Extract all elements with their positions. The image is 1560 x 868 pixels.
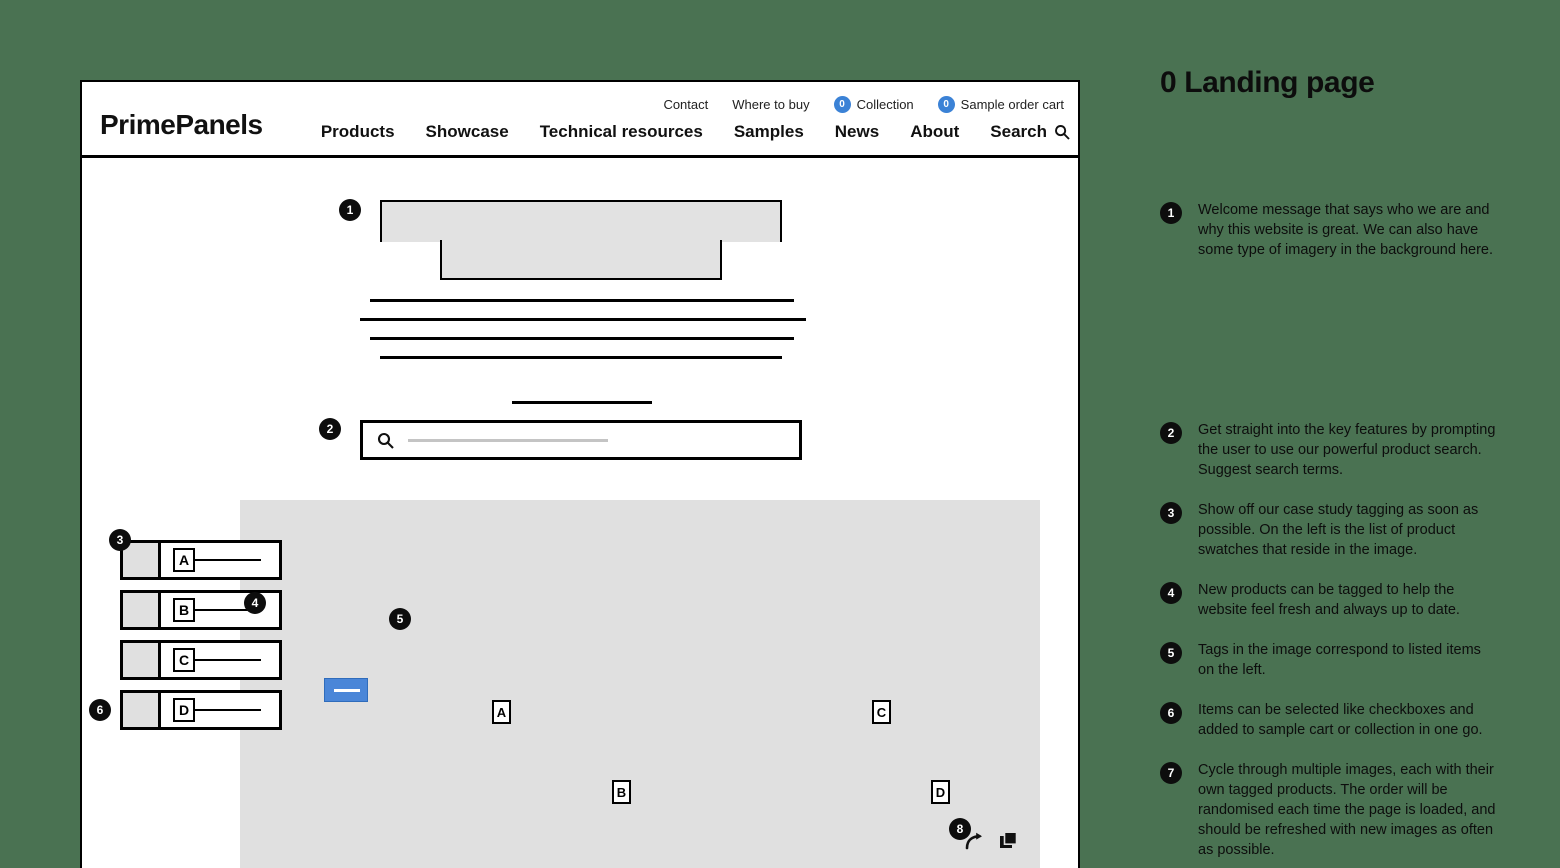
marker-3: 3 (109, 529, 131, 551)
copy-layers-icon[interactable] (999, 831, 1018, 850)
swatch-body: D (161, 693, 279, 727)
image-tag-b[interactable]: B (612, 780, 631, 804)
hero-placeholder-bottom (440, 240, 722, 280)
swatch-color-chip (123, 543, 161, 577)
nav-item-products[interactable]: Products (321, 122, 395, 142)
hero-text-line-3 (370, 337, 794, 340)
swatch-body: C (161, 643, 279, 677)
nav-item-news[interactable]: News (835, 122, 879, 142)
image-tag-d[interactable]: D (931, 780, 950, 804)
note-text-1: Welcome message that says who we are and… (1198, 202, 1493, 258)
image-tag-c[interactable]: C (872, 700, 891, 724)
utility-nav-item-sample-order-cart[interactable]: 0 Sample order cart (937, 96, 1064, 113)
screenshot-root: PrimePanels Contact Where to buy 0 Colle… (0, 0, 1560, 868)
hero-cta-placeholder[interactable] (512, 401, 652, 404)
annotation-note-2: 2 Get straight into the key features by … (1160, 420, 1500, 480)
annotation-note-7: 7 Cycle through multiple images, each wi… (1160, 760, 1500, 860)
note-text-5: Tags in the image correspond to listed i… (1198, 642, 1481, 678)
annotation-column: 0 Landing page 1 Welcome message that sa… (1160, 66, 1500, 858)
hero-text-line-4 (380, 356, 782, 359)
new-product-tag-badge[interactable] (324, 678, 368, 702)
nav-search-label: Search (990, 122, 1047, 141)
nav-item-search[interactable]: Search (990, 122, 1070, 142)
swatch-letter-c: C (173, 648, 195, 672)
swatch-letter-b: B (173, 598, 195, 622)
note-text-6: Items can be selected like checkboxes an… (1198, 702, 1483, 738)
utility-nav-item-where-to-buy[interactable]: Where to buy (732, 97, 809, 112)
swatch-name-placeholder (195, 709, 261, 711)
utility-nav: Contact Where to buy 0 Collection 0 Samp… (663, 96, 1064, 113)
marker-1: 1 (339, 199, 361, 221)
search-icon (1055, 125, 1070, 140)
note-marker-4: 4 (1160, 582, 1182, 604)
swatch-name-placeholder (195, 559, 261, 561)
image-panel-controls (965, 831, 1018, 850)
swatch-color-chip (123, 643, 161, 677)
marker-5: 5 (389, 608, 411, 630)
utility-nav-item-contact[interactable]: Contact (663, 97, 708, 112)
hero-placeholder-join (442, 239, 720, 243)
nav-item-about[interactable]: About (910, 122, 959, 142)
hero-text-line-1 (370, 299, 794, 302)
annotation-note-1: 1 Welcome message that says who we are a… (1160, 200, 1500, 260)
collection-count-badge: 0 (833, 96, 851, 113)
marker-6: 6 (89, 699, 111, 721)
note-marker-3: 3 (1160, 502, 1182, 524)
marker-8: 8 (949, 818, 971, 840)
swatch-row-a[interactable]: A (120, 540, 282, 580)
nav-item-technical-resources[interactable]: Technical resources (540, 122, 703, 142)
note-marker-7: 7 (1160, 762, 1182, 784)
swatch-row-c[interactable]: C (120, 640, 282, 680)
marker-2: 2 (319, 418, 341, 440)
note-text-4: New products can be tagged to help the w… (1198, 582, 1460, 618)
annotation-note-3: 3 Show off our case study tagging as soo… (1160, 500, 1500, 560)
swatch-letter-a: A (173, 548, 195, 572)
swatch-color-chip (123, 693, 161, 727)
swatch-letter-d: D (173, 698, 195, 722)
nav-item-samples[interactable]: Samples (734, 122, 804, 142)
search-placeholder-line (408, 438, 608, 442)
note-marker-5: 5 (1160, 642, 1182, 664)
swatch-color-chip (123, 593, 161, 627)
note-marker-2: 2 (1160, 422, 1182, 444)
search-icon (377, 432, 394, 449)
note-marker-6: 6 (1160, 702, 1182, 724)
site-header: PrimePanels Contact Where to buy 0 Colle… (82, 82, 1078, 158)
image-tag-a[interactable]: A (492, 700, 511, 724)
utility-nav-label: Collection (856, 97, 914, 112)
nav-item-showcase[interactable]: Showcase (426, 122, 509, 142)
utility-nav-label: Contact (663, 97, 709, 112)
swatch-row-d[interactable]: D (120, 690, 282, 730)
annotation-note-5: 5 Tags in the image correspond to listed… (1160, 640, 1500, 680)
note-text-7: Cycle through multiple images, each with… (1198, 762, 1496, 858)
hero-image-placeholder (380, 200, 782, 280)
swatch-body: A (161, 543, 279, 577)
note-marker-1: 1 (1160, 202, 1182, 224)
hero-text-line-2 (360, 318, 806, 321)
hero-placeholder-top (380, 200, 782, 242)
swatch-name-placeholder (195, 659, 261, 661)
search-input[interactable] (360, 420, 802, 460)
sample-cart-count-badge: 0 (937, 96, 955, 113)
page-title: 0 Landing page (1160, 66, 1375, 99)
website-mockup-frame: PrimePanels Contact Where to buy 0 Colle… (80, 80, 1080, 868)
utility-nav-label: Where to buy (732, 97, 810, 112)
note-text-2: Get straight into the key features by pr… (1198, 422, 1496, 478)
main-nav: Products Showcase Technical resources Sa… (321, 122, 1070, 142)
brand-logo[interactable]: PrimePanels (100, 109, 263, 141)
utility-nav-label: Sample order cart (960, 97, 1064, 112)
note-text-3: Show off our case study tagging as soon … (1198, 502, 1479, 558)
marker-4: 4 (244, 592, 266, 614)
annotation-note-6: 6 Items can be selected like checkboxes … (1160, 700, 1500, 740)
utility-nav-item-collection[interactable]: 0 Collection (833, 96, 914, 113)
annotation-note-4: 4 New products can be tagged to help the… (1160, 580, 1500, 620)
